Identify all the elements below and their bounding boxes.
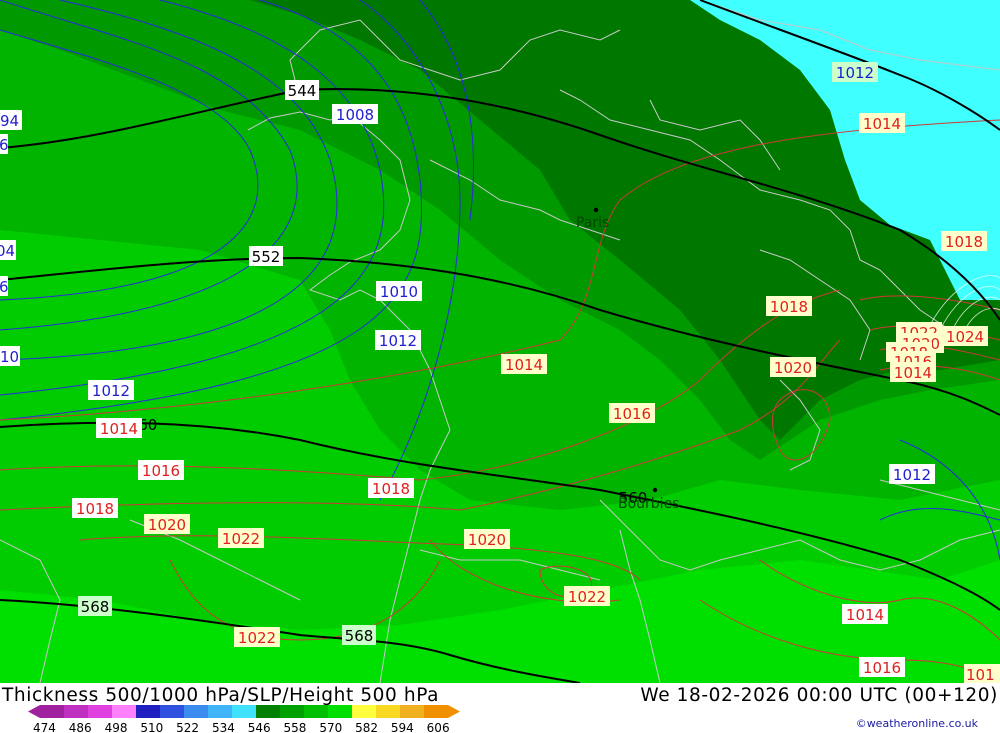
colorbar-tick-label: 522 (176, 721, 199, 733)
colorbar-tick-label: 498 (105, 721, 128, 733)
colorbar-tick-label: 510 (140, 721, 163, 733)
height-label: 568 (345, 627, 374, 645)
isobar-label: 1016 (863, 659, 901, 677)
isobar-label: 1016 (142, 462, 180, 480)
isobar-label: 1014 (846, 606, 884, 624)
isobar-label: 1018 (770, 298, 808, 316)
isobar-label: 6 (0, 278, 9, 296)
colorbar-swatch (376, 705, 400, 718)
colorbar-swatch (208, 705, 232, 718)
city-label: Bourbies (618, 496, 679, 512)
colorbar-swatch (160, 705, 184, 718)
isobar-label: 04 (0, 242, 15, 260)
city-dot (652, 487, 658, 493)
isobar-label: 1014 (505, 356, 543, 374)
colorbar-swatch (184, 705, 208, 718)
colorbar-swatch (424, 705, 448, 718)
colorbar-tick-label: 594 (391, 721, 414, 733)
colorbar-arrow-left (28, 705, 40, 718)
isobar-label: 1010 (380, 283, 418, 301)
isobar-label: 6 (0, 136, 9, 154)
isobar-label: 1018 (945, 233, 983, 251)
colorbar-tick-label: 474 (33, 721, 56, 733)
colorbar-swatch (112, 705, 136, 718)
colorbar-tick-label: 570 (319, 721, 342, 733)
colorbar-swatch (280, 705, 304, 718)
colorbar-swatch (304, 705, 328, 718)
colorbar-tick-label: 606 (427, 721, 450, 733)
isobar-label: 1018 (372, 480, 410, 498)
isobar-label: 1008 (336, 106, 374, 124)
colorbar-swatch (64, 705, 88, 718)
colorbar-arrow-right (448, 705, 460, 718)
colorbar-swatch (352, 705, 376, 718)
isobar-label: 101 (966, 666, 995, 683)
isobar-label: 10 (0, 348, 19, 366)
colorbar-tick-label: 546 (248, 721, 271, 733)
colorbar-swatches (28, 705, 460, 718)
colorbar-ticks: 474 486 498 510 522 534 546 558 570 582 594 606 (33, 721, 450, 733)
isobar-label: 1014 (894, 364, 932, 382)
colorbar-tick-label: 558 (284, 721, 307, 733)
isobar-label: 1020 (774, 359, 812, 377)
isobar-label: 1012 (893, 466, 931, 484)
colorbar-swatch (328, 705, 352, 718)
isobar-label: 1018 (76, 500, 114, 518)
colorbar-swatch (40, 705, 64, 718)
isobar-label: 1014 (863, 115, 901, 133)
colorbar-tick-label: 486 (69, 721, 92, 733)
city-dot (593, 207, 599, 213)
colorbar-swatch (88, 705, 112, 718)
city-label: Paris (576, 215, 609, 231)
isobar-label: 1012 (379, 332, 417, 350)
isobar-label: 1022 (568, 588, 606, 606)
isobar-label: 1012 (836, 64, 874, 82)
colorbar-swatch (256, 705, 280, 718)
isobar-label: 1020 (468, 531, 506, 549)
colorbar: 474 486 498 510 522 534 546 558 570 582 594 606 (28, 705, 460, 733)
map-datetime: We 18-02-2026 00:00 UTC (00+120) (640, 685, 998, 706)
colorbar-swatch (400, 705, 424, 718)
isobar-label: 1022 (238, 629, 276, 647)
isobar-label: 1020 (148, 516, 186, 534)
colorbar-tick-label: 582 (355, 721, 378, 733)
colorbar-swatch (232, 705, 256, 718)
weather-map: 544 552 560 560 568 568 94 6 04 6 10 100… (0, 0, 1000, 683)
isobar-label: 94 (0, 112, 19, 130)
isobar-label: 1014 (100, 420, 138, 438)
isobar-label: 1012 (92, 382, 130, 400)
credit-link[interactable]: ©weatheronline.co.uk (856, 717, 978, 730)
isobar-label: 1022 (222, 530, 260, 548)
colorbar-tick-label: 534 (212, 721, 235, 733)
height-label: 552 (252, 248, 281, 266)
height-label: 544 (288, 82, 317, 100)
colorbar-swatch (136, 705, 160, 718)
height-label: 568 (81, 598, 110, 616)
isobar-label: 1024 (946, 328, 984, 346)
isobar-label: 1016 (613, 405, 651, 423)
